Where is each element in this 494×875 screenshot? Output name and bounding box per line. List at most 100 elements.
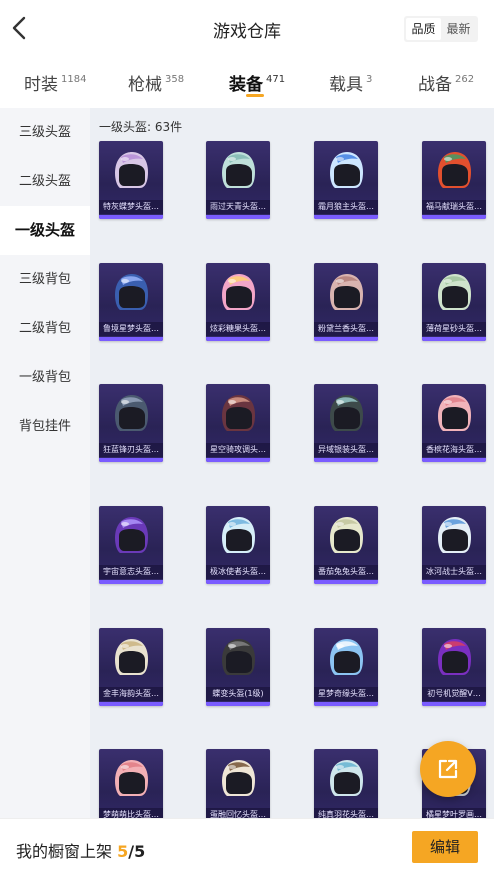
rarity-bar [314, 580, 378, 584]
item-name: 霜月狼主头盔… [314, 200, 378, 214]
tab-count: 1184 [61, 74, 87, 85]
sidebar-item-backpack-charm[interactable]: 背包挂件 [0, 402, 90, 451]
rarity-bar [99, 458, 163, 462]
item-name: 异域银装头盔… [314, 443, 378, 457]
item-name: 冰河战士头盔… [422, 565, 486, 579]
rarity-bar [422, 580, 486, 584]
item-name: 特灰蝶梦头盔… [99, 200, 163, 214]
active-tab-indicator [246, 94, 264, 97]
rarity-bar [314, 458, 378, 462]
rarity-bar [422, 458, 486, 462]
helmet-icon [438, 395, 471, 431]
item-card[interactable]: 宇宙意志头盔… [99, 506, 163, 584]
item-name: 薄荷星砂头盔… [422, 322, 486, 336]
category-tabs: 时装 1184 枪械 358 装备 471 载具 3 战备 262 [0, 58, 494, 106]
item-card[interactable]: 蛋融回忆头盔… [206, 749, 270, 818]
item-card[interactable]: 鲁境星梦头盔… [99, 263, 163, 341]
item-card[interactable]: 狂蓝锋刃头盔… [99, 384, 163, 462]
item-name: 梦萌萌比头盔… [99, 808, 163, 818]
item-card[interactable]: 香槟花海头盔… [422, 384, 486, 462]
tab-label: 载具 [329, 75, 363, 95]
tab-fashion[interactable]: 时装 1184 [24, 70, 86, 95]
helmet-icon [438, 517, 471, 553]
rarity-bar [206, 215, 270, 219]
item-card[interactable]: 薄荷星砂头盔… [422, 263, 486, 341]
item-name: 蛋融回忆头盔… [206, 808, 270, 818]
item-card[interactable]: 初号机觉醒V… [422, 628, 486, 706]
item-card[interactable]: 福马献瑞头盔… [422, 141, 486, 219]
helmet-icon [222, 152, 255, 188]
showcase-label: 我的橱窗上架 [16, 842, 113, 861]
showcase-status: 我的橱窗上架 5/5 [16, 838, 145, 862]
item-grid-panel: 一级头盔: 63件 特灰蝶梦头盔… 雨过天青头盔… 霜月狼主头盔… 福马献瑞头盔… 鲁境… [90, 108, 494, 818]
tab-weapons[interactable]: 枪械 358 [128, 70, 184, 95]
tab-count: 3 [366, 74, 373, 85]
helmet-icon [438, 639, 471, 675]
sidebar-item-level2-helmet[interactable]: 二级头盔 [0, 157, 90, 206]
helmet-icon [115, 760, 148, 796]
rarity-bar [314, 702, 378, 706]
showcase-total-count: 5 [134, 842, 146, 861]
item-card[interactable]: 星空骑攻调头… [206, 384, 270, 462]
item-name: 纯真羽花头盔… [314, 808, 378, 818]
helmet-icon [222, 395, 255, 431]
helmet-icon [222, 517, 255, 553]
helmet-icon [330, 517, 363, 553]
item-name: 狂蓝锋刃头盔… [99, 443, 163, 457]
sort-latest-button[interactable]: 最新 [441, 18, 476, 40]
rarity-bar [99, 580, 163, 584]
share-button[interactable] [420, 741, 476, 797]
item-card[interactable]: 梦萌萌比头盔… [99, 749, 163, 818]
item-name: 初号机觉醒V… [422, 687, 486, 701]
helmet-icon [330, 639, 363, 675]
rarity-bar [99, 702, 163, 706]
tab-count: 358 [165, 74, 185, 85]
item-card[interactable]: 极冰使者头盔… [206, 506, 270, 584]
edit-button[interactable]: 编辑 [412, 831, 478, 863]
item-card[interactable]: 番茄兔兔头盔… [314, 506, 378, 584]
showcase-current-count: 5 [117, 842, 129, 861]
helmet-icon [115, 517, 148, 553]
tab-count: 262 [455, 74, 475, 85]
tab-label: 装备 [229, 75, 263, 95]
item-card[interactable]: 雨过天青头盔… [206, 141, 270, 219]
sort-toggle: 品质 最新 [404, 16, 478, 42]
item-card[interactable]: 蝶变头盔(1级) [206, 628, 270, 706]
helmet-icon [115, 274, 148, 310]
item-card[interactable]: 霜月狼主头盔… [314, 141, 378, 219]
item-card[interactable]: 粉黛兰香头盔… [314, 263, 378, 341]
tab-equipment[interactable]: 装备 471 [229, 70, 285, 95]
item-count-label: 一级头盔: 63件 [99, 120, 183, 134]
item-card[interactable]: 冰河战士头盔… [422, 506, 486, 584]
item-card[interactable]: 纯真羽花头盔… [314, 749, 378, 818]
rarity-bar [422, 215, 486, 219]
helmet-icon [330, 274, 363, 310]
rarity-bar [206, 580, 270, 584]
external-link-icon [438, 759, 458, 779]
item-card[interactable]: 异域银装头盔… [314, 384, 378, 462]
item-name: 蝶变头盔(1级) [206, 687, 270, 701]
item-name: 极冰使者头盔… [206, 565, 270, 579]
item-card[interactable]: 特灰蝶梦头盔… [99, 141, 163, 219]
item-name: 星空骑攻调头… [206, 443, 270, 457]
item-card[interactable]: 金丰海韵头盔… [99, 628, 163, 706]
sidebar-item-level3-helmet[interactable]: 三级头盔 [0, 108, 90, 157]
sidebar-item-level3-backpack[interactable]: 三级背包 [0, 255, 90, 304]
tab-supplies[interactable]: 战备 262 [418, 70, 474, 95]
item-name: 番茄兔兔头盔… [314, 565, 378, 579]
helmet-icon [438, 274, 471, 310]
item-name: 炫彩糖果头盔… [206, 322, 270, 336]
item-card[interactable]: 炫彩糖果头盔… [206, 263, 270, 341]
sidebar-item-level1-helmet[interactable]: 一级头盔 [0, 206, 90, 255]
sort-quality-button[interactable]: 品质 [406, 18, 441, 40]
helmet-icon [222, 639, 255, 675]
rarity-bar [314, 215, 378, 219]
sidebar-item-level1-backpack[interactable]: 一级背包 [0, 353, 90, 402]
item-card[interactable]: 星梦奇缘头盔… [314, 628, 378, 706]
helmet-icon [222, 274, 255, 310]
item-name: 鲁境星梦头盔… [99, 322, 163, 336]
sidebar-item-level2-backpack[interactable]: 二级背包 [0, 304, 90, 353]
tab-vehicles[interactable]: 载具 3 [329, 70, 372, 95]
item-name: 香槟花海头盔… [422, 443, 486, 457]
rarity-bar [422, 337, 486, 341]
